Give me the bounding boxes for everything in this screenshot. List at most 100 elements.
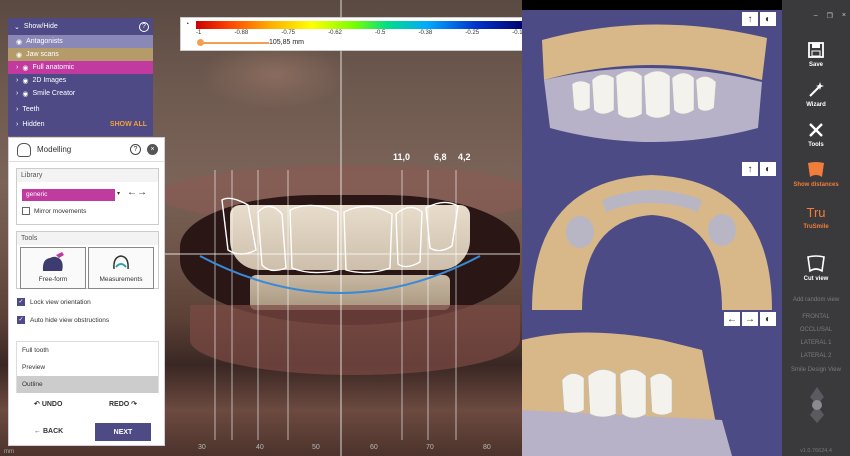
ruler-unit: mm — [4, 449, 14, 455]
arrow-up-icon[interactable]: ↑ — [742, 12, 758, 26]
measurement-label: 6,8 — [434, 152, 447, 162]
reset-view-icon[interactable]: ◐ — [760, 162, 776, 176]
close-icon[interactable]: × — [147, 144, 158, 155]
undo-label: UNDO — [41, 401, 63, 408]
tooth-icon — [17, 142, 31, 157]
cut-view-button[interactable]: Cut view — [782, 252, 850, 282]
colorbar-tick: -0.5 — [375, 30, 386, 36]
tools-section: Tools Free-form Measurements — [16, 231, 159, 289]
wizard-label: Wizard — [806, 102, 826, 108]
next-button[interactable]: NEXT — [95, 423, 151, 441]
library-title: Library — [17, 169, 158, 182]
arrow-right-icon[interactable]: → — [742, 312, 758, 326]
show-distances-button[interactable]: Show distances — [782, 158, 850, 188]
navigation-cube-icon[interactable] — [802, 385, 832, 425]
library-nav-arrows[interactable]: ←→ — [127, 187, 147, 198]
show-all-button[interactable]: SHOW ALL — [110, 121, 147, 128]
eye-icon: ◉ — [22, 64, 29, 72]
redo-button[interactable]: REDO ↷ — [109, 400, 137, 408]
reset-view-icon[interactable]: ◐ — [760, 12, 776, 26]
show-hide-header[interactable]: ⌄ Show/Hide ? — [8, 18, 153, 35]
cut-view-icon — [782, 252, 850, 276]
toggle-2d-images[interactable]: › ◉ 2D Images — [8, 74, 153, 87]
3d-view-occlusal[interactable]: ↑ ◐ — [522, 160, 782, 310]
version-label: v1.0.76624.4 — [800, 448, 832, 454]
item-label: Smile Creator — [32, 90, 76, 97]
arrow-left-icon[interactable]: ← — [127, 187, 137, 198]
view-mode-list: Full tooth Preview Outline — [16, 341, 159, 393]
measurements-tool-button[interactable]: Measurements — [88, 247, 154, 289]
trusmile-button[interactable]: Tru TruSmile — [782, 200, 850, 231]
ruler-tick: 30 — [198, 444, 206, 451]
toggle-full-anatomic[interactable]: › ◉ Full anatomic — [8, 61, 153, 74]
auto-hide-checkbox[interactable]: ✓ Auto hide view obstructions — [17, 316, 109, 324]
view-outline[interactable]: Outline — [17, 376, 158, 393]
arrow-up-icon[interactable]: ↑ — [742, 162, 758, 176]
view-lateral-2[interactable]: LATERAL 2 — [782, 353, 850, 359]
colorbar-tick: -0.62 — [328, 30, 342, 36]
tool-label: Free-form — [38, 276, 68, 283]
ruler-tick: 50 — [312, 444, 320, 451]
view-lateral-1[interactable]: LATERAL 1 — [782, 340, 850, 346]
arrow-left-icon[interactable]: ← — [724, 312, 740, 326]
item-label: 2D Images — [32, 77, 67, 84]
view-smile-design[interactable]: Smile Design View — [782, 367, 850, 373]
help-icon[interactable]: ? — [130, 144, 141, 155]
cut-view-label: Cut view — [803, 276, 829, 282]
free-form-tool-button[interactable]: Free-form — [20, 247, 86, 289]
toggle-jaw-scans[interactable]: ◉ Jaw scans — [8, 48, 153, 61]
restore-icon[interactable]: ❐ — [827, 12, 833, 20]
add-random-view[interactable]: Add random view — [782, 297, 850, 303]
view-nav-buttons: ↑ ◐ — [742, 12, 776, 26]
ruler-tick: 70 — [426, 444, 434, 451]
view-nav-buttons: ↑ ◐ — [742, 162, 776, 176]
chevron-right-icon: › — [16, 105, 19, 113]
free-form-icon — [21, 248, 85, 276]
tooth-outlines — [221, 197, 459, 274]
undo-button[interactable]: ↶ UNDO — [34, 400, 62, 408]
save-label: Save — [808, 62, 823, 68]
modelling-header: Modelling ? × — [9, 138, 164, 162]
view-preview[interactable]: Preview — [17, 359, 158, 376]
minimize-icon[interactable]: – — [814, 12, 818, 20]
toggle-antagonists[interactable]: ◉ Antagonists — [8, 35, 153, 48]
view-occlusal[interactable]: OCCLUSAL — [782, 327, 850, 333]
library-select[interactable]: generic — [22, 189, 115, 201]
hidden-group[interactable]: › Hidden SHOW ALL — [8, 118, 153, 131]
slider-knob[interactable] — [197, 39, 204, 46]
checkbox-checked[interactable]: ✓ — [17, 316, 25, 324]
toggle-smile-creator[interactable]: › ◉ Smile Creator — [8, 87, 153, 100]
dropdown-arrow-icon[interactable]: ▾ — [117, 190, 120, 197]
trusmile-icon: Tru — [806, 204, 826, 220]
tools-button[interactable]: Tools — [782, 118, 850, 148]
toggle-teeth[interactable]: › Teeth — [8, 100, 153, 118]
distance-slider[interactable] — [197, 39, 269, 46]
back-button[interactable]: ← BACK — [34, 428, 63, 435]
view-nav-buttons: ← → ◐ — [724, 312, 776, 326]
right-toolbar: – ❐ × Save Wizard Tools Show distances T… — [782, 0, 850, 456]
save-button[interactable]: Save — [782, 38, 850, 68]
mirror-movements-checkbox[interactable]: Mirror movements — [22, 207, 86, 215]
reset-view-icon[interactable]: ◐ — [760, 312, 776, 326]
view-frontal[interactable]: FRONTAL — [782, 314, 850, 320]
gauge-icon: ◔ — [185, 21, 190, 28]
show-hide-panel: ⌄ Show/Hide ? ◉ Antagonists ◉ Jaw scans … — [8, 18, 153, 136]
view-full-tooth[interactable]: Full tooth — [17, 342, 158, 359]
arrow-left-icon: ← — [34, 428, 43, 435]
eye-icon: ◉ — [22, 90, 29, 98]
chevron-right-icon: › — [16, 121, 19, 128]
wizard-button[interactable]: Wizard — [782, 78, 850, 108]
checkbox[interactable] — [22, 207, 30, 215]
colorbar-tick: -0.88 — [234, 30, 249, 36]
3d-view-lateral[interactable]: ← → ◐ — [522, 310, 782, 456]
lock-orientation-checkbox[interactable]: ✓ Lock view orientation — [17, 298, 91, 306]
arrow-right-icon[interactable]: → — [137, 187, 147, 198]
eye-icon: ◉ — [22, 77, 29, 85]
measurement-label: 11,0 — [393, 152, 411, 162]
checkbox-checked[interactable]: ✓ — [17, 298, 25, 306]
tools-title: Tools — [17, 232, 158, 245]
close-icon[interactable]: × — [842, 12, 846, 20]
help-icon[interactable]: ? — [139, 21, 149, 32]
3d-view-frontal[interactable]: ↑ ◐ — [522, 10, 782, 160]
smile-curve — [199, 255, 481, 294]
